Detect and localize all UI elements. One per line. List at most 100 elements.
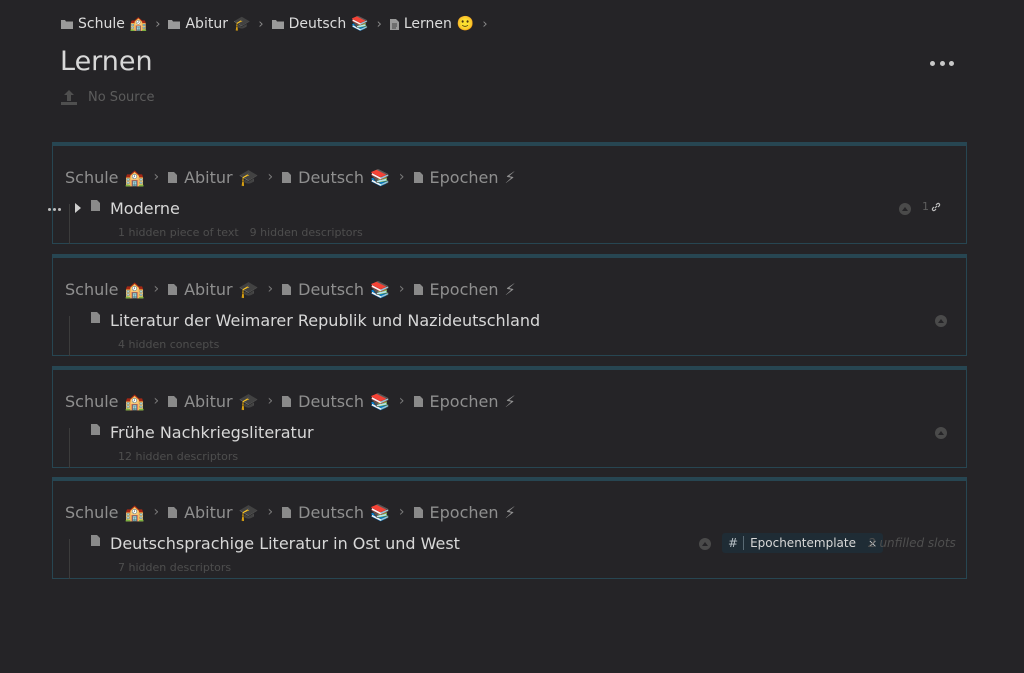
card-breadcrumb: Schule 🏫 › Abitur 🎓 › Deutsch 📚 › Epochen ⚡ — [65, 278, 516, 300]
document-icon — [168, 171, 178, 183]
document-icon — [91, 200, 100, 211]
chevron-right-icon: › — [153, 169, 160, 185]
node-title[interactable]: Frühe Nachkriegsliteratur — [110, 423, 314, 442]
document-icon — [168, 506, 178, 518]
hidden-descriptors-count[interactable]: 9 hidden descriptors — [250, 226, 363, 239]
hidden-text-count[interactable]: 1 hidden piece of text — [118, 226, 239, 239]
card-breadcrumb-item[interactable]: Abitur 🎓 — [168, 279, 259, 299]
document-icon — [413, 171, 423, 183]
document-icon — [91, 424, 100, 435]
card-breadcrumb-item[interactable]: Epochen ⚡ — [413, 280, 516, 299]
upload-icon — [61, 90, 77, 105]
chevron-right-icon: › — [398, 504, 405, 520]
school-emoji-icon: 🏫 — [124, 279, 145, 299]
card-breadcrumb-item[interactable]: Epochen ⚡ — [413, 502, 516, 522]
source-field[interactable]: No Source — [61, 90, 154, 105]
document-icon — [282, 395, 292, 407]
chevron-right-icon: › — [153, 393, 160, 409]
card-breadcrumb-item[interactable]: Deutsch 📚 — [282, 280, 390, 299]
breadcrumb-label: Schule — [65, 279, 119, 299]
card-breadcrumb-item[interactable]: Epochen ⚡ — [413, 167, 516, 187]
breadcrumb-label: Lernen — [403, 16, 452, 32]
card-breadcrumb-item[interactable]: Epochen ⚡ — [413, 392, 516, 411]
breadcrumb-label: Schule — [78, 16, 125, 32]
node-title[interactable]: Deutschsprachige Literatur in Ost und We… — [110, 534, 460, 553]
card-breadcrumb-item[interactable]: Deutsch 📚 — [282, 168, 390, 187]
move-up-icon[interactable] — [935, 427, 947, 439]
books-emoji-icon: 📚 — [370, 279, 390, 299]
books-emoji-icon: 📚 — [370, 391, 390, 411]
document-icon — [282, 506, 292, 518]
card-breadcrumb-item[interactable]: Abitur 🎓 — [168, 392, 259, 411]
breadcrumb-item-lernen[interactable]: Lernen 🙂 — [389, 16, 474, 32]
card-breadcrumb: Schule 🏫 › Abitur 🎓 › Deutsch 📚 › Epochen ⚡ — [65, 166, 516, 188]
node-row[interactable]: Literatur der Weimarer Republik und Nazi… — [53, 310, 966, 334]
hidden-concepts-count[interactable]: 4 hidden concepts — [118, 338, 219, 351]
chevron-right-icon: › — [258, 16, 264, 32]
document-icon — [282, 283, 292, 295]
chevron-right-icon: › — [267, 169, 274, 185]
breadcrumb-label: Abitur — [184, 167, 233, 187]
graduation-cap-emoji-icon: 🎓 — [238, 167, 259, 187]
node-title[interactable]: Literatur der Weimarer Republik und Nazi… — [110, 311, 540, 330]
document-icon — [413, 283, 423, 295]
tag-chip[interactable]: # Epochentemplate × — [722, 533, 884, 553]
breadcrumb-label: Deutsch — [298, 167, 364, 187]
card-breadcrumb-item[interactable]: Schule 🏫 — [65, 392, 144, 411]
hidden-descriptors-count[interactable]: 7 hidden descriptors — [118, 561, 231, 574]
node-title[interactable]: Moderne — [110, 199, 180, 218]
node-row[interactable]: Frühe Nachkriegsliteratur — [53, 422, 966, 446]
tag-label: Epochentemplate — [750, 536, 856, 550]
breadcrumb: Schule 🏫 › Abitur 🎓 › Deutsch 📚 › Lernen… — [61, 14, 496, 34]
card-breadcrumb-item[interactable]: Deutsch 📚 — [282, 503, 390, 522]
node-row[interactable]: Deutschsprachige Literatur in Ost und We… — [53, 533, 966, 557]
unfilled-slots-label[interactable]: 2 unfilled slots — [868, 536, 956, 550]
breadcrumb-item-abitur[interactable]: Abitur 🎓 — [168, 16, 250, 32]
breadcrumb-label: Abitur — [185, 16, 228, 32]
books-emoji-icon: 📚 — [370, 167, 390, 187]
card-breadcrumb-item[interactable]: Schule 🏫 — [65, 168, 144, 187]
document-icon — [91, 535, 100, 546]
hidden-info: 12 hidden descriptors — [118, 450, 238, 463]
search-result-card: Schule 🏫 › Abitur 🎓 › Deutsch 📚 › Epochen ⚡ … — [52, 477, 967, 579]
breadcrumb-item-schule[interactable]: Schule 🏫 — [61, 16, 147, 32]
move-up-icon[interactable] — [899, 203, 911, 215]
move-up-icon[interactable] — [935, 315, 947, 327]
graduation-cap-emoji-icon: 🎓 — [232, 16, 251, 32]
breadcrumb-label: Abitur — [184, 279, 233, 299]
hidden-info: 7 hidden descriptors — [118, 561, 231, 574]
school-emoji-icon: 🏫 — [129, 16, 148, 32]
drag-handle-icon[interactable] — [48, 208, 61, 211]
card-breadcrumb-item[interactable]: Deutsch 📚 — [282, 392, 390, 411]
dot — [48, 208, 51, 211]
card-breadcrumb-item[interactable]: Schule 🏫 — [65, 503, 144, 522]
lightning-emoji-icon: ⚡ — [504, 502, 516, 522]
move-up-icon[interactable] — [699, 538, 711, 550]
chevron-right-icon: › — [482, 16, 488, 32]
dot — [53, 208, 56, 211]
chevron-right-icon: › — [267, 504, 274, 520]
chevron-right-icon: › — [398, 169, 405, 185]
breadcrumb-label: Schule — [65, 167, 119, 187]
document-icon — [389, 18, 399, 30]
document-icon — [168, 395, 178, 407]
dot — [939, 60, 945, 66]
more-options-button[interactable] — [930, 55, 954, 71]
school-emoji-icon: 🏫 — [124, 167, 145, 187]
node-row[interactable]: Moderne 1 — [48, 198, 966, 222]
link-icon[interactable] — [931, 202, 941, 212]
breadcrumb-label: Epochen — [429, 502, 499, 522]
expand-caret-icon[interactable] — [75, 203, 81, 213]
card-breadcrumb-item[interactable]: Abitur 🎓 — [168, 167, 259, 187]
breadcrumb-label: Abitur — [184, 502, 233, 522]
lightning-emoji-icon: ⚡ — [504, 167, 516, 187]
reference-count: 1 — [922, 200, 929, 213]
chevron-right-icon: › — [267, 393, 274, 409]
card-breadcrumb-item[interactable]: Schule 🏫 — [65, 280, 144, 299]
breadcrumb-label: Schule — [65, 502, 119, 522]
search-result-card: Schule 🏫 › Abitur 🎓 › Deutsch 📚 › Epochen ⚡ … — [52, 366, 967, 468]
breadcrumb-label: Deutsch — [298, 391, 364, 411]
card-breadcrumb-item[interactable]: Abitur 🎓 — [168, 502, 259, 522]
hidden-descriptors-count[interactable]: 12 hidden descriptors — [118, 450, 238, 463]
breadcrumb-item-deutsch[interactable]: Deutsch 📚 — [271, 16, 369, 32]
